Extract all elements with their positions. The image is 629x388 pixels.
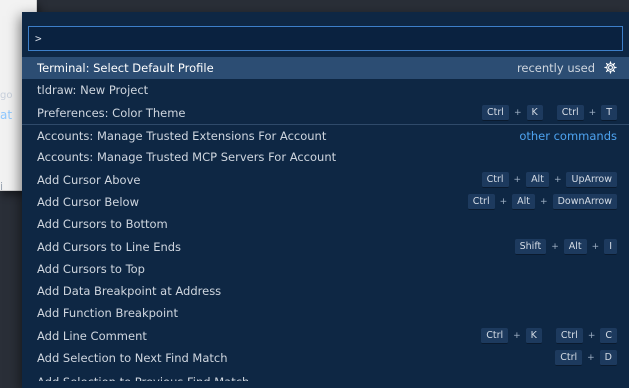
command-label: Add Cursors to Line Ends (37, 239, 182, 254)
command-meta: Ctrl + K Ctrl + C (481, 327, 617, 344)
key-plus-separator: + (591, 241, 600, 252)
command-meta: recently used (517, 61, 617, 75)
command-item[interactable]: Terminal: Select Default Profile recently… (22, 57, 629, 80)
keybinding-key: Alt (526, 171, 549, 188)
command-item[interactable]: Accounts: Manage Trusted MCP Servers For… (22, 146, 629, 168)
command-label: tldraw: New Project (37, 83, 149, 98)
command-item[interactable]: Add Selection to Previous Find Match (22, 369, 629, 381)
background-text-fragment: go (0, 90, 13, 101)
keybinding-key: D (599, 350, 617, 366)
command-label: Preferences: Color Theme (37, 105, 186, 120)
key-plus-separator: + (513, 330, 521, 341)
keybinding-key: Ctrl (555, 350, 583, 366)
command-item[interactable]: Add Selection to Next Find Match Ctrl + D (22, 347, 629, 369)
command-label: Add Cursors to Top (37, 261, 145, 276)
command-item[interactable]: Add Function Breakpoint (22, 302, 629, 324)
command-item[interactable]: Preferences: Color Theme Ctrl + K Ctrl + T (22, 102, 629, 124)
command-label: Add Line Comment (37, 328, 147, 343)
command-label: Accounts: Manage Trusted MCP Servers For… (37, 150, 337, 165)
key-plus-separator: + (499, 196, 508, 207)
command-label: Add Function Breakpoint (37, 306, 178, 321)
keybinding-key: Ctrl (556, 104, 584, 121)
command-meta: Ctrl + Alt + UpArrow (481, 171, 617, 188)
command-label: Add Selection to Next Find Match (37, 351, 228, 365)
keybinding-key: C (600, 327, 617, 344)
command-item[interactable]: Add Cursors to Top (22, 258, 629, 280)
command-label: Add Cursors to Bottom (37, 217, 168, 232)
keybinding-key: T (601, 104, 617, 121)
command-item[interactable]: Add Cursors to Bottom (22, 213, 629, 235)
command-label: Add Cursor Below (37, 194, 139, 209)
keybinding-key: Ctrl (481, 327, 509, 344)
key-plus-separator: + (553, 174, 562, 185)
recently-used-label: recently used (516, 61, 595, 76)
keybinding-key: UpArrow (566, 171, 617, 188)
gear-icon[interactable] (603, 61, 617, 75)
key-plus-separator: + (513, 107, 522, 118)
command-label: Terminal: Select Default Profile (37, 61, 214, 76)
keybinding-key: Ctrl (481, 171, 509, 188)
keybinding-key: Shift (514, 238, 547, 255)
keybinding-key: Ctrl (482, 104, 509, 121)
key-plus-separator: + (513, 174, 522, 185)
key-plus-separator: + (587, 353, 595, 363)
command-label: Accounts: Manage Trusted Extensions For … (37, 128, 327, 143)
keybinding-key: DownArrow (552, 193, 617, 210)
command-label: Add Cursor Above (37, 172, 141, 187)
command-meta: Shift + Alt + I (514, 238, 617, 255)
keybinding-key: K (525, 327, 542, 344)
other-commands-label: other commands (519, 128, 617, 143)
command-item[interactable]: Accounts: Manage Trusted Extensions For … (22, 123, 629, 146)
keybinding-key: K (526, 104, 543, 121)
keybinding-key: Alt (563, 238, 587, 255)
command-meta: Ctrl + D (555, 350, 617, 366)
command-palette-input[interactable]: > (28, 26, 623, 51)
command-label: Add Data Breakpoint at Address (37, 284, 222, 299)
command-palette: > Terminal: Select Default Profile recent… (22, 12, 629, 388)
key-plus-separator: + (551, 241, 559, 252)
command-item[interactable]: Add Cursor Above Ctrl + Alt + UpArrow (22, 168, 629, 190)
command-meta: Ctrl + Alt + DownArrow (467, 193, 617, 210)
screen: go at i > Terminal: Select Default Profi… (0, 0, 629, 388)
background-text-fragment: at (0, 108, 13, 122)
background-text-fragment: i (0, 180, 4, 193)
command-item[interactable]: Add Cursors to Line Ends Shift + Alt + I (22, 235, 629, 257)
command-meta: Ctrl + K Ctrl + T (482, 104, 617, 121)
keybinding-key: Ctrl (467, 193, 495, 210)
keybinding-key: Ctrl (555, 327, 583, 344)
keybinding-key: Alt (512, 193, 536, 210)
command-item[interactable]: Add Data Breakpoint at Address (22, 280, 629, 302)
command-item[interactable]: Add Cursor Below Ctrl + Alt + DownArrow (22, 191, 629, 213)
key-plus-separator: + (540, 196, 548, 207)
command-item[interactable]: tldraw: New Project (22, 79, 629, 101)
command-meta: other commands (519, 129, 617, 143)
key-plus-separator: + (588, 107, 597, 118)
command-list: Terminal: Select Default Profile recently… (22, 57, 629, 381)
command-item[interactable]: Add Line Comment Ctrl + K Ctrl + C (22, 325, 629, 347)
command-label: Add Selection to Previous Find Match (37, 377, 617, 381)
key-plus-separator: + (587, 330, 596, 341)
keybinding-key: I (604, 238, 617, 255)
